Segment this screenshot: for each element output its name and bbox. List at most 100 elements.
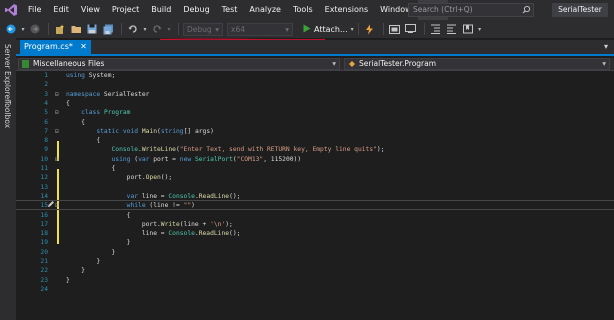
tab-program-cs[interactable]: Program.cs* ✕ <box>20 40 91 54</box>
line-number: 3 <box>44 90 48 98</box>
code-line: } <box>66 248 116 256</box>
navigation-bar: Miscellaneous Files ▾ SerialTester.Progr… <box>16 58 614 71</box>
solution-platform-dropdown[interactable]: x64 ▾ <box>227 22 293 36</box>
solution-platform-value: x64 <box>231 24 245 34</box>
fold-icon[interactable]: ⊟ <box>55 155 59 164</box>
code-line: using System; <box>66 72 116 79</box>
chevron-down-icon: ▾ <box>602 59 606 68</box>
code-line: { <box>66 118 85 126</box>
code-line: line = Console.ReadLine(); <box>66 230 241 238</box>
code-line: } <box>66 276 70 284</box>
dropdown-arrow-icon[interactable]: ▾ <box>142 22 148 36</box>
code-editor[interactable]: 1 using System; 2 ⊟ 3 namespace SerialTeste… <box>16 71 614 320</box>
menu-build[interactable]: Build <box>145 0 177 20</box>
project-dropdown[interactable]: Miscellaneous Files ▾ <box>18 58 340 70</box>
menu-analyze[interactable]: Analyze <box>243 0 287 20</box>
navigate-forward-icon[interactable] <box>28 22 42 36</box>
open-folder-icon[interactable] <box>69 22 83 36</box>
line-number: 11 <box>40 165 48 172</box>
line-number: 21 <box>40 258 48 265</box>
line-number: 22 <box>40 267 48 275</box>
toolbar-separator <box>121 23 122 35</box>
csharp-file-icon <box>22 60 29 71</box>
line-number: 13 <box>40 183 48 191</box>
select-element-icon[interactable] <box>404 22 418 36</box>
menu-view[interactable]: View <box>75 0 106 20</box>
search-placeholder: Search (Ctrl+Q) <box>413 5 473 14</box>
line-number: 5 <box>44 109 48 117</box>
class-icon <box>348 60 356 71</box>
member-dropdown-value: SerialTester.Program <box>359 59 437 68</box>
code-line: } <box>66 239 131 247</box>
indent-icon[interactable] <box>429 22 443 36</box>
dropdown-arrow-icon[interactable]: ▾ <box>166 22 172 36</box>
solution-configuration-value: Debug <box>187 24 212 34</box>
fold-icon[interactable]: ⊟ <box>55 127 59 136</box>
menu-extensions[interactable]: Extensions <box>319 0 374 20</box>
code-line: while (line != "") <box>126 202 195 210</box>
chevron-down-icon[interactable]: ▾ <box>604 42 608 51</box>
line-number: 23 <box>40 276 48 284</box>
attach-button[interactable]: Attach... ▾ <box>303 24 354 35</box>
solution-configuration-dropdown[interactable]: Debug ▾ <box>183 22 223 36</box>
toolbox-tab[interactable]: Toolbox <box>3 100 12 128</box>
line-number: 24 <box>40 285 48 293</box>
search-input[interactable]: Search (Ctrl+Q) <box>408 3 534 17</box>
line-number: 18 <box>40 230 48 238</box>
menu-file[interactable]: File <box>22 0 47 20</box>
undo-icon[interactable] <box>126 22 140 36</box>
project-dropdown-value: Miscellaneous Files <box>33 59 105 68</box>
save-icon[interactable] <box>85 22 99 36</box>
menu-debug[interactable]: Debug <box>177 0 215 20</box>
line-number: 17 <box>40 220 48 228</box>
member-dropdown[interactable]: SerialTester.Program ▾ <box>344 58 610 70</box>
server-explorer-tab[interactable]: Server Explorer <box>3 44 12 102</box>
dropdown-arrow-icon[interactable]: ▾ <box>20 22 26 36</box>
line-number: 9 <box>44 146 48 154</box>
close-icon[interactable]: ✕ <box>80 40 87 54</box>
menu-tools[interactable]: Tools <box>287 0 319 20</box>
code-line: static void Main(string[] args) <box>96 127 214 135</box>
dropdown-arrow-icon[interactable]: ▾ <box>477 22 483 36</box>
tab-label: Program.cs* <box>24 42 73 51</box>
line-number: 19 <box>40 239 48 247</box>
menu-edit[interactable]: Edit <box>47 0 75 20</box>
visual-studio-logo-icon <box>0 0 22 20</box>
toolbar-separator <box>382 23 384 35</box>
line-number: 20 <box>40 248 48 256</box>
hot-reload-icon[interactable] <box>363 22 377 36</box>
toolbar-separator <box>357 23 359 35</box>
search-icon <box>522 5 531 18</box>
toolbar-separator <box>423 23 425 35</box>
fold-icon[interactable]: ⊟ <box>55 201 59 210</box>
line-number: 10 <box>40 155 48 163</box>
new-project-icon[interactable] <box>53 22 67 36</box>
line-number: 14 <box>40 192 48 200</box>
solution-name-badge: SerialTester <box>552 3 608 17</box>
fold-icon[interactable]: ⊟ <box>55 108 59 117</box>
redo-icon[interactable] <box>150 22 164 36</box>
chevron-down-icon: ▾ <box>350 25 354 33</box>
side-tool-rail: Server Explorer Toolbox <box>0 38 16 320</box>
chevron-down-icon: ▾ <box>215 24 219 34</box>
line-number: 16 <box>40 211 48 219</box>
screenshot-icon[interactable] <box>388 22 402 36</box>
chevron-down-icon: ▾ <box>332 59 336 68</box>
line-number: 4 <box>44 99 48 107</box>
code-line: { <box>66 137 101 145</box>
bookmark-icon[interactable] <box>461 22 475 36</box>
save-all-icon[interactable] <box>101 22 115 36</box>
outdent-icon[interactable] <box>445 22 459 36</box>
attach-label: Attach... <box>314 24 348 34</box>
navigate-back-icon[interactable] <box>4 22 18 36</box>
line-number: 15 <box>40 202 48 210</box>
code-line: var line = Console.ReadLine(); <box>126 192 241 200</box>
menu-test[interactable]: Test <box>216 0 244 20</box>
line-number: 12 <box>40 174 48 182</box>
menu-project[interactable]: Project <box>106 0 145 20</box>
code-line: } <box>66 258 101 265</box>
code-line: namespace SerialTester <box>66 90 150 98</box>
fold-icon[interactable]: ⊟ <box>55 90 59 99</box>
line-number: 7 <box>44 127 48 135</box>
line-number: 2 <box>44 81 48 89</box>
